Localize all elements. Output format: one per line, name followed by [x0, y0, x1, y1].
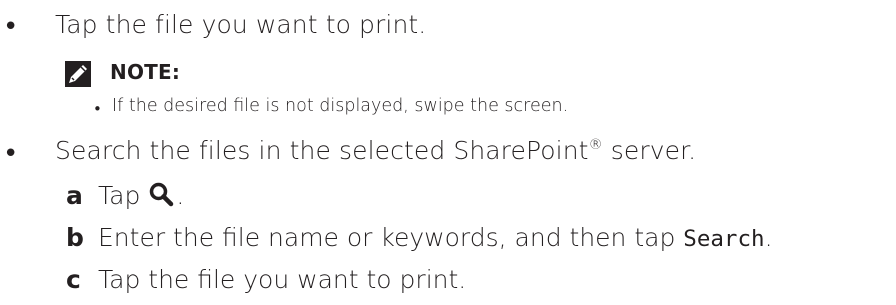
step-b-text: Enter the file name or keywords, and the… [98, 223, 773, 252]
instruction-search-files-text: Search the files in the selected SharePo… [55, 136, 589, 165]
note-label: NOTE: [110, 60, 181, 84]
step-letter-b: b [66, 223, 84, 252]
registered-mark: ® [588, 137, 603, 153]
note-bullet-marker: • [93, 100, 102, 118]
step-letter-a: a [66, 181, 83, 210]
instruction-search-files-end: server. [602, 136, 697, 165]
bullet-marker: • [3, 12, 19, 42]
instruction-search-files: Search the files in the selected SharePo… [55, 136, 696, 165]
step-c-text: Tap the file you want to print. [98, 265, 467, 294]
instruction-tap-file: Tap the file you want to print. [55, 10, 427, 39]
step-a-text: Tap . [98, 181, 184, 210]
step-b-instruction: Enter the file name or keywords, and the… [98, 223, 684, 252]
step-a-period: . [176, 181, 185, 210]
bullet-marker: • [3, 139, 19, 169]
step-a-tap: Tap [98, 181, 141, 210]
search-icon [150, 182, 174, 207]
step-b-period: . [764, 223, 773, 252]
search-keyword: Search [683, 226, 765, 252]
pencil-icon [65, 61, 91, 87]
note-text: If the desired file is not displayed, sw… [112, 96, 569, 116]
step-letter-c: c [66, 265, 81, 294]
